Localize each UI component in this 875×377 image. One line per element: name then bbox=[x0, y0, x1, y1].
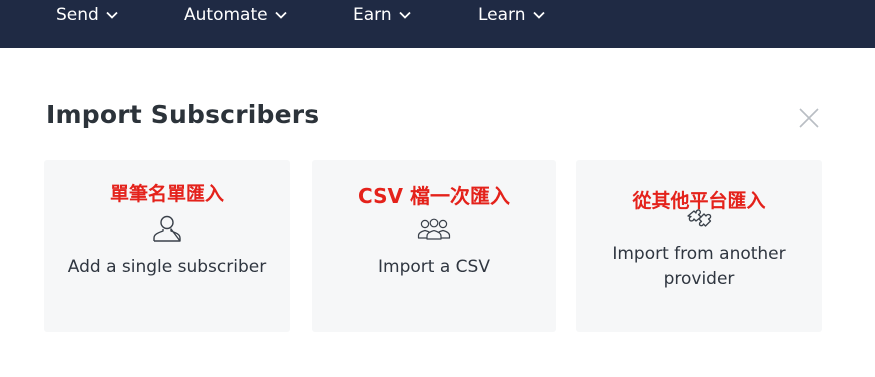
option-label: Import from another provider bbox=[612, 244, 786, 289]
puzzle-icon bbox=[687, 209, 712, 227]
top-navigation-bar: Send Automate Earn Learn bbox=[0, 0, 875, 48]
nav-item-label: Send bbox=[56, 5, 99, 25]
group-icon bbox=[417, 218, 451, 240]
nav-item-label: Earn bbox=[353, 5, 392, 25]
modal-title: Import Subscribers bbox=[46, 100, 320, 129]
option-label: Add a single subscriber bbox=[67, 257, 267, 277]
option-import-csv[interactable]: CSV 檔一次匯入 Import a CSV bbox=[312, 160, 556, 332]
import-subscribers-modal: Import Subscribers 單筆名單匯入 Add a single s… bbox=[0, 48, 875, 377]
nav-item-label: Automate bbox=[184, 5, 268, 25]
nav-item-learn[interactable]: Learn bbox=[478, 4, 546, 26]
chevron-down-icon bbox=[106, 11, 118, 19]
nav-item-automate[interactable]: Automate bbox=[184, 4, 288, 26]
nav-item-earn[interactable]: Earn bbox=[353, 4, 412, 26]
option-label: Import a CSV bbox=[378, 257, 490, 277]
option-add-single-subscriber[interactable]: 單筆名單匯入 Add a single subscriber bbox=[44, 160, 290, 332]
annotation-label: CSV 檔一次匯入 bbox=[358, 184, 510, 208]
nav-item-send[interactable]: Send bbox=[56, 4, 119, 26]
person-icon bbox=[153, 215, 181, 242]
chevron-down-icon bbox=[274, 11, 287, 19]
nav-item-label: Learn bbox=[478, 5, 526, 25]
annotation-label: 單筆名單匯入 bbox=[109, 183, 224, 205]
close-icon[interactable] bbox=[797, 106, 821, 130]
option-import-from-provider[interactable]: 從其他平台匯入 Import from another provider bbox=[576, 160, 822, 332]
chevron-down-icon bbox=[398, 11, 411, 19]
chevron-down-icon bbox=[532, 11, 545, 19]
